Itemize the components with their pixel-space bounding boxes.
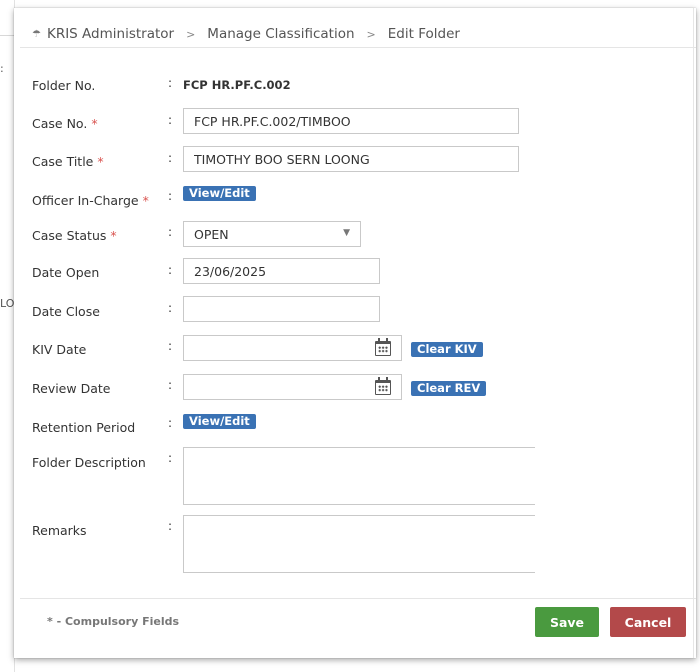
footer-divider — [20, 598, 696, 599]
folder-no-label: Folder No. — [32, 78, 96, 93]
home-icon[interactable]: ☂ — [32, 29, 41, 40]
breadcrumb: ☂ KRIS Administrator > Manage Classifica… — [32, 26, 460, 42]
breadcrumb-item-kris-administrator[interactable]: KRIS Administrator — [47, 26, 174, 42]
background-text-fragment: LO — [0, 297, 15, 310]
kiv-date-input[interactable] — [183, 335, 402, 361]
review-date-label: Review Date — [32, 381, 111, 396]
required-mark: * — [110, 228, 117, 243]
case-status-select[interactable]: OPEN ▼ — [183, 221, 361, 247]
breadcrumb-item-edit-folder: Edit Folder — [387, 26, 460, 42]
save-button[interactable]: Save — [535, 607, 599, 637]
remarks-textarea[interactable] — [183, 515, 535, 573]
colon: : — [168, 189, 173, 203]
officer-view-edit-button[interactable]: View/Edit — [183, 186, 256, 201]
colon: : — [168, 76, 173, 90]
breadcrumb-divider — [20, 47, 696, 48]
breadcrumb-item-manage-classification[interactable]: Manage Classification — [207, 26, 354, 42]
date-open-input[interactable] — [183, 258, 380, 284]
colon: : — [168, 301, 173, 315]
folder-description-textarea[interactable] — [183, 447, 535, 505]
date-close-input[interactable] — [183, 296, 380, 322]
case-no-input[interactable] — [183, 108, 519, 134]
date-close-label: Date Close — [32, 304, 100, 319]
case-no-label: Case No. * — [32, 116, 98, 131]
edit-folder-dialog: ☂ KRIS Administrator > Manage Classifica… — [14, 8, 696, 658]
calendar-icon[interactable] — [375, 338, 391, 356]
case-status-label: Case Status * — [32, 228, 117, 243]
colon: : — [168, 113, 173, 127]
colon: : — [168, 519, 173, 533]
case-title-label: Case Title * — [32, 154, 104, 169]
calendar-icon[interactable] — [375, 377, 391, 395]
clear-rev-button[interactable]: Clear REV — [411, 381, 487, 396]
case-status-selected-value: OPEN — [194, 227, 229, 242]
date-open-label: Date Open — [32, 265, 100, 280]
colon: : — [168, 416, 173, 430]
retention-view-edit-button[interactable]: View/Edit — [183, 414, 256, 429]
background-text-fragment: : — [0, 62, 4, 75]
kiv-date-label: KIV Date — [32, 342, 87, 357]
colon: : — [168, 263, 173, 277]
caret-down-icon: ▼ — [343, 228, 350, 238]
review-date-input[interactable] — [183, 374, 402, 400]
required-mark: * — [97, 154, 104, 169]
clear-kiv-button[interactable]: Clear KIV — [411, 342, 483, 357]
required-mark: * — [91, 116, 98, 131]
colon: : — [168, 151, 173, 165]
colon: : — [168, 225, 173, 239]
background-page: : LO — [0, 0, 15, 672]
folder-no-value: FCP HR.PF.C.002 — [183, 78, 291, 92]
chevron-right-icon: > — [366, 27, 376, 41]
colon: : — [168, 451, 173, 465]
cancel-button[interactable]: Cancel — [610, 607, 686, 637]
colon: : — [168, 378, 173, 392]
officer-in-charge-label: Officer In-Charge * — [32, 193, 149, 208]
chevron-right-icon: > — [186, 27, 196, 41]
retention-period-label: Retention Period — [32, 420, 136, 435]
dialog-edge — [693, 8, 694, 658]
colon: : — [168, 339, 173, 353]
remarks-label: Remarks — [32, 523, 87, 538]
folder-description-label: Folder Description — [32, 455, 146, 470]
case-title-input[interactable] — [183, 146, 519, 172]
background-divider — [0, 35, 14, 36]
compulsory-fields-note: * - Compulsory Fields — [47, 615, 180, 628]
required-mark: * — [142, 193, 149, 208]
